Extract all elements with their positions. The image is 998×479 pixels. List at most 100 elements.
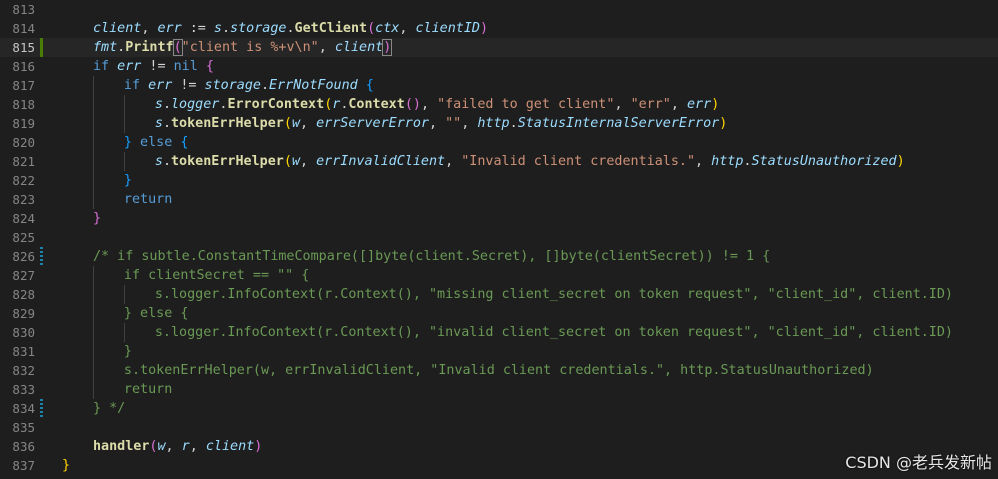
code-line[interactable]: 830 s.logger.InfoContext(r.Context(), "in… (0, 323, 998, 342)
line-number[interactable]: 823 (0, 190, 35, 209)
code-line[interactable]: 822} (0, 171, 998, 190)
code-line[interactable]: 817 if err != storage.ErrNotFound { (0, 76, 998, 95)
line-number[interactable]: 814 (0, 19, 35, 38)
code-text[interactable]: } else { (124, 133, 189, 152)
line-number[interactable]: 827 (0, 266, 35, 285)
line-number[interactable]: 833 (0, 380, 35, 399)
code-line[interactable]: 820 } else { (0, 133, 998, 152)
code-token: { (180, 135, 189, 150)
code-line[interactable]: 816 if err != nil { (0, 57, 998, 76)
code-token: s (213, 21, 222, 36)
code-text[interactable]: s.tokenErrHelper(w, errInvalidClient, "I… (155, 152, 905, 171)
line-number[interactable]: 824 (0, 209, 35, 228)
code-text[interactable]: return (124, 190, 172, 209)
code-line[interactable]: 821 s.tokenErrHelper(w, errInvalidClient,… (0, 152, 998, 171)
code-text[interactable]: if clientSecret == "" { (124, 266, 309, 285)
code-text[interactable]: s.tokenErrHelper(w, errServerError, "", … (155, 114, 727, 133)
code-token: StatusUnauthorized (751, 154, 897, 169)
code-text[interactable]: } (124, 171, 132, 190)
line-number[interactable]: 813 (0, 0, 35, 19)
code-text[interactable]: client, err := s.storage.GetClient(ctx, … (93, 19, 488, 38)
code-text[interactable]: handler(w, r, client) (93, 437, 262, 456)
code-text[interactable]: s.logger.InfoContext(r.Context(), "inval… (155, 323, 953, 342)
code-line[interactable]: 833 return (0, 380, 998, 399)
modified-line-marker[interactable] (40, 247, 43, 266)
code-line[interactable]: 827 if clientSecret == "" { (0, 266, 998, 285)
line-number[interactable]: 819 (0, 114, 35, 133)
line-number[interactable]: 832 (0, 361, 35, 380)
code-text[interactable]: } */ (93, 399, 125, 418)
code-token: ) (479, 21, 489, 36)
line-number[interactable]: 822 (0, 171, 35, 190)
line-number[interactable]: 818 (0, 95, 35, 114)
code-text[interactable]: fmt.Printf("client is %+v\n", client) (93, 38, 393, 57)
code-line[interactable]: 819 s.tokenErrHelper(w, errServerError, "… (0, 114, 998, 133)
code-token: /* if subtle.ConstantTimeCompare([]byte(… (92, 249, 771, 264)
line-number[interactable]: 825 (0, 228, 35, 247)
code-token: w (291, 116, 300, 131)
indent-guide (92, 266, 94, 285)
line-number[interactable]: 836 (0, 437, 35, 456)
code-text[interactable]: if err != storage.ErrNotFound { (124, 76, 374, 95)
code-line[interactable]: 834 } */ (0, 399, 998, 418)
code-token: , (318, 40, 335, 55)
code-token: , (300, 154, 317, 169)
code-text[interactable]: s.logger.InfoContext(r.Context(), "missi… (155, 285, 953, 304)
line-number[interactable]: 816 (0, 57, 35, 76)
code-line[interactable]: 823 return (0, 190, 998, 209)
code-line[interactable]: 826 /* if subtle.ConstantTimeCompare([]by… (0, 247, 998, 266)
line-number[interactable]: 821 (0, 152, 35, 171)
added-line-marker[interactable] (40, 38, 43, 57)
line-number[interactable]: 837 (0, 456, 35, 475)
code-token: . (162, 97, 171, 112)
code-editor[interactable]: 813 814 client, err := s.storage.GetClient… (0, 0, 998, 479)
code-token: s.logger.InfoContext(r.Context(), "missi… (154, 287, 953, 302)
code-line[interactable]: 831} (0, 342, 998, 361)
modified-line-marker[interactable] (40, 399, 43, 418)
code-token: if (123, 78, 149, 93)
code-line[interactable]: 818 s.logger.ErrorContext(r.Context(), "f… (0, 95, 998, 114)
code-text[interactable]: s.logger.ErrorContext(r.Context(), "fail… (155, 95, 719, 114)
code-token: "failed to get client" (437, 97, 615, 112)
code-line[interactable]: 829 } else { (0, 304, 998, 323)
line-number[interactable]: 829 (0, 304, 35, 323)
line-number[interactable]: 834 (0, 399, 35, 418)
code-line[interactable]: 815 fmt.Printf("client is %+v\n", client) (0, 38, 998, 57)
line-number[interactable]: 830 (0, 323, 35, 342)
line-number[interactable]: 831 (0, 342, 35, 361)
code-token: , (165, 439, 182, 454)
code-token: != (172, 78, 205, 93)
code-line[interactable]: 824} (0, 209, 998, 228)
code-token: s.logger.InfoContext(r.Context(), "inval… (154, 325, 953, 340)
code-line[interactable]: 832 s.tokenErrHelper(w, errInvalidClient,… (0, 361, 998, 380)
line-number[interactable]: 835 (0, 418, 35, 437)
code-token: ) (896, 154, 905, 169)
code-text[interactable]: } (62, 456, 70, 475)
code-text[interactable]: /* if subtle.ConstantTimeCompare([]byte(… (93, 247, 770, 266)
code-token: err (687, 97, 712, 112)
code-token: GetClient (294, 21, 368, 36)
line-number[interactable]: 817 (0, 76, 35, 95)
code-line[interactable]: 835 (0, 418, 998, 437)
code-text[interactable]: if err != nil { (93, 57, 214, 76)
code-text[interactable]: s.tokenErrHelper(w, errInvalidClient, "I… (124, 361, 874, 380)
code-line[interactable]: 825 (0, 228, 998, 247)
line-number[interactable]: 828 (0, 285, 35, 304)
code-token: err (117, 59, 142, 74)
code-line[interactable]: 814 client, err := s.storage.GetClient(ct… (0, 19, 998, 38)
line-number[interactable]: 820 (0, 133, 35, 152)
indent-guide (92, 171, 94, 190)
line-number[interactable]: 815 (0, 38, 35, 57)
code-token: w (291, 154, 300, 169)
code-token: client (334, 40, 384, 55)
code-line[interactable]: 828 s.logger.InfoContext(r.Context(), "mi… (0, 285, 998, 304)
line-number[interactable]: 826 (0, 247, 35, 266)
code-text[interactable]: } else { (124, 304, 189, 323)
code-line[interactable]: 813 (0, 0, 998, 19)
code-token: , (614, 97, 631, 112)
code-text[interactable]: } (93, 209, 101, 228)
code-text[interactable]: return (124, 380, 172, 399)
code-token: tokenErrHelper (171, 154, 284, 169)
code-text[interactable]: } (124, 342, 132, 361)
code-token: ) (711, 97, 720, 112)
